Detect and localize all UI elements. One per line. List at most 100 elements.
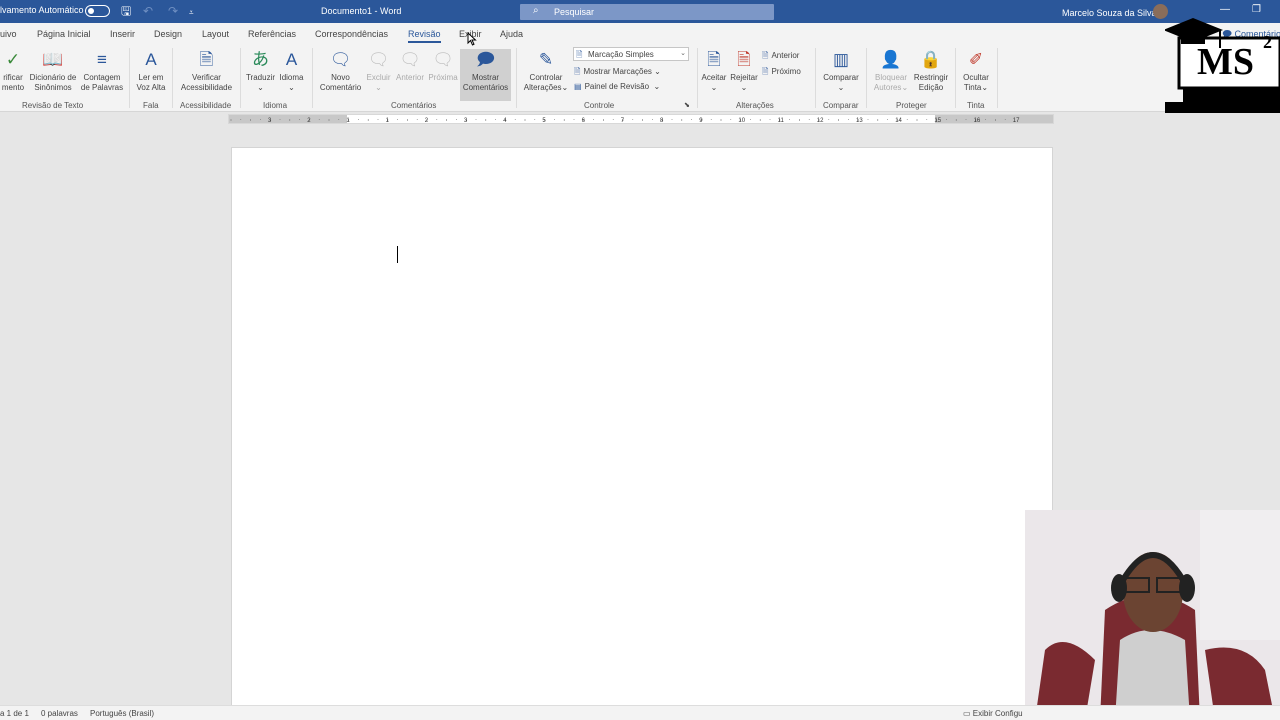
new-comment-button[interactable]: 🗨 Novo Comentário: [318, 49, 363, 93]
search-box[interactable]: ⌕ Pesquisar: [520, 4, 774, 20]
chevron-down-icon: ⌄: [740, 83, 748, 92]
next-comment-button[interactable]: 🗨 Próxima: [427, 49, 459, 83]
restore-icon[interactable]: ❐: [1252, 4, 1261, 15]
track-changes-icon: ✎: [538, 50, 554, 69]
group-divider: [240, 48, 241, 108]
spelling-button[interactable]: ✓ rificar mento: [0, 49, 26, 93]
compare-button[interactable]: ▥ Comparar ⌄: [820, 49, 862, 93]
next-change-icon: 🗎: [762, 67, 769, 76]
accept-button[interactable]: 🗎 Aceitar ⌄: [699, 49, 729, 93]
reject-icon: 🗎: [737, 50, 751, 69]
chevron-down-icon: ⌄: [837, 83, 845, 92]
webcam-overlay: [1025, 510, 1280, 720]
delete-comment-label: Excluir: [366, 73, 391, 82]
reject-button[interactable]: 🗎 Rejeitar ⌄: [729, 49, 759, 93]
logo-superscript: 2: [1263, 32, 1272, 52]
tab-inserir[interactable]: Inserir: [110, 29, 135, 39]
document-page[interactable]: [231, 147, 1053, 707]
new-comment-label-1: Novo: [331, 73, 350, 82]
markup-display-dropdown[interactable]: 🗎 Marcação Simples ⌄: [573, 47, 689, 61]
tab-arquivo[interactable]: uivo: [0, 29, 17, 39]
ink-icon: ✐: [968, 50, 984, 69]
previous-change-button[interactable]: 🗎 Anterior: [762, 50, 799, 64]
user-name[interactable]: Marcelo Souza da Silva: [1062, 8, 1157, 18]
document-title: Documento1 - Word: [321, 6, 402, 16]
next-change-button[interactable]: 🗎 Próximo: [762, 66, 801, 80]
show-markup-icon: 🗎: [574, 67, 581, 76]
save-icon[interactable]: 🖫: [121, 4, 131, 18]
show-comments-button[interactable]: 🗩 Mostrar Comentários: [460, 49, 511, 101]
track-changes-button[interactable]: ✎ Controlar Alterações⌄: [521, 49, 571, 93]
minimize-icon[interactable]: —: [1220, 4, 1230, 15]
previous-change-icon: 🗎: [762, 51, 769, 60]
spellcheck-icon: ✓: [5, 50, 21, 69]
tab-referencias[interactable]: Referências: [248, 29, 296, 39]
show-markup-label: Mostrar Marcações: [583, 67, 652, 76]
customize-quick-access-icon[interactable]: ⩡: [189, 6, 194, 20]
read-aloud-button[interactable]: A Ler em Voz Alta: [134, 49, 168, 93]
ruler-number: 3: [268, 118, 272, 124]
presenter-image: [1025, 510, 1280, 720]
tab-correspondencias[interactable]: Correspondências: [315, 29, 388, 39]
chevron-down-icon: ⌄: [981, 83, 989, 92]
display-settings-button[interactable]: ▭ Exibir Configu: [963, 709, 1023, 718]
dialog-launcher-icon[interactable]: ⬊: [684, 101, 690, 109]
reviewing-pane-button[interactable]: ▤ Painel de Revisão ⌄: [574, 82, 660, 91]
text-cursor: [397, 246, 398, 263]
autosave-toggle[interactable]: [85, 5, 110, 17]
ruler-number: 5: [542, 118, 546, 124]
tab-pagina-inicial[interactable]: Página Inicial: [37, 29, 91, 39]
delete-comment-button[interactable]: 🗨 Excluir ⌄: [364, 49, 393, 93]
spelling-label-1: rificar: [3, 73, 23, 82]
title-bar: lvamento Automático 🖫 ↶ ↷ ⩡ Documento1 -…: [0, 0, 1280, 23]
show-comments-label-1: Mostrar: [471, 73, 500, 82]
group-divider: [955, 48, 956, 108]
page-count[interactable]: a 1 de 1: [0, 709, 29, 718]
undo-icon[interactable]: ↶: [143, 4, 153, 18]
ruler-number: 10: [738, 118, 745, 124]
language-status[interactable]: Português (Brasil): [90, 709, 154, 718]
group-divider: [815, 48, 816, 108]
previous-comment-label: Anterior: [395, 73, 424, 82]
chevron-down-icon: ⌄: [561, 83, 569, 92]
ruler-number: 3: [464, 118, 468, 124]
restrict-editing-label-1: Restringir: [913, 73, 949, 82]
tab-design[interactable]: Design: [154, 29, 182, 39]
previous-change-label: Anterior: [771, 51, 800, 60]
ruler-number: 2: [425, 118, 429, 124]
previous-comment-button[interactable]: 🗨 Anterior: [394, 49, 426, 83]
horizontal-ruler[interactable]: 3 2 1 1 2 3 4 5 6 7 8 9 10 11 12 13 14 15 16 17: [228, 114, 1054, 124]
restrict-editing-button[interactable]: 🔒 Restringir Edição: [911, 49, 951, 93]
check-accessibility-button[interactable]: 🗎 Verificar Acessibilidade: [178, 49, 235, 93]
accept-label: Aceitar: [701, 73, 727, 82]
show-markup-button[interactable]: 🗎 Mostrar Marcações ⌄: [574, 66, 661, 80]
redo-icon[interactable]: ↷: [168, 4, 178, 18]
group-label-comparar: Comparar: [823, 101, 859, 110]
word-count[interactable]: 0 palavras: [41, 709, 78, 718]
chevron-down-icon: ⌄: [680, 50, 686, 57]
group-divider: [129, 48, 130, 108]
block-authors-button[interactable]: 👤 Bloquear Autores⌄: [872, 49, 910, 93]
thesaurus-button[interactable]: 📖 Dicionário de Sinônimos: [28, 49, 78, 93]
chevron-down-icon: ⌄: [653, 82, 661, 91]
thesaurus-label-1: Dicionário de: [29, 73, 77, 82]
hide-ink-label-1: Ocultar: [963, 73, 989, 82]
language-button[interactable]: A Idioma ⌄: [277, 49, 306, 93]
previous-comment-icon: 🗨: [399, 50, 421, 69]
ribbon-tabs: uivo Página Inicial Inserir Design Layou…: [0, 23, 1280, 44]
group-divider: [866, 48, 867, 108]
tab-layout[interactable]: Layout: [202, 29, 229, 39]
word-count-button[interactable]: ≡ Contagem de Palavras: [80, 49, 124, 93]
chevron-down-icon: ⌄: [257, 83, 264, 92]
search-placeholder: Pesquisar: [554, 7, 595, 17]
ruler-number: 16: [974, 118, 981, 124]
block-authors-label-2: Autores: [873, 83, 902, 92]
hide-ink-button[interactable]: ✐ Ocultar Tinta⌄: [959, 49, 993, 93]
group-divider: [697, 48, 698, 108]
translate-button[interactable]: あ Traduzir ⌄: [245, 49, 276, 93]
tab-revisao[interactable]: Revisão: [408, 29, 441, 43]
group-divider: [312, 48, 313, 108]
ruler-number: 13: [856, 118, 863, 124]
tab-ajuda[interactable]: Ajuda: [500, 29, 523, 39]
spelling-label-2: mento: [1, 83, 25, 92]
